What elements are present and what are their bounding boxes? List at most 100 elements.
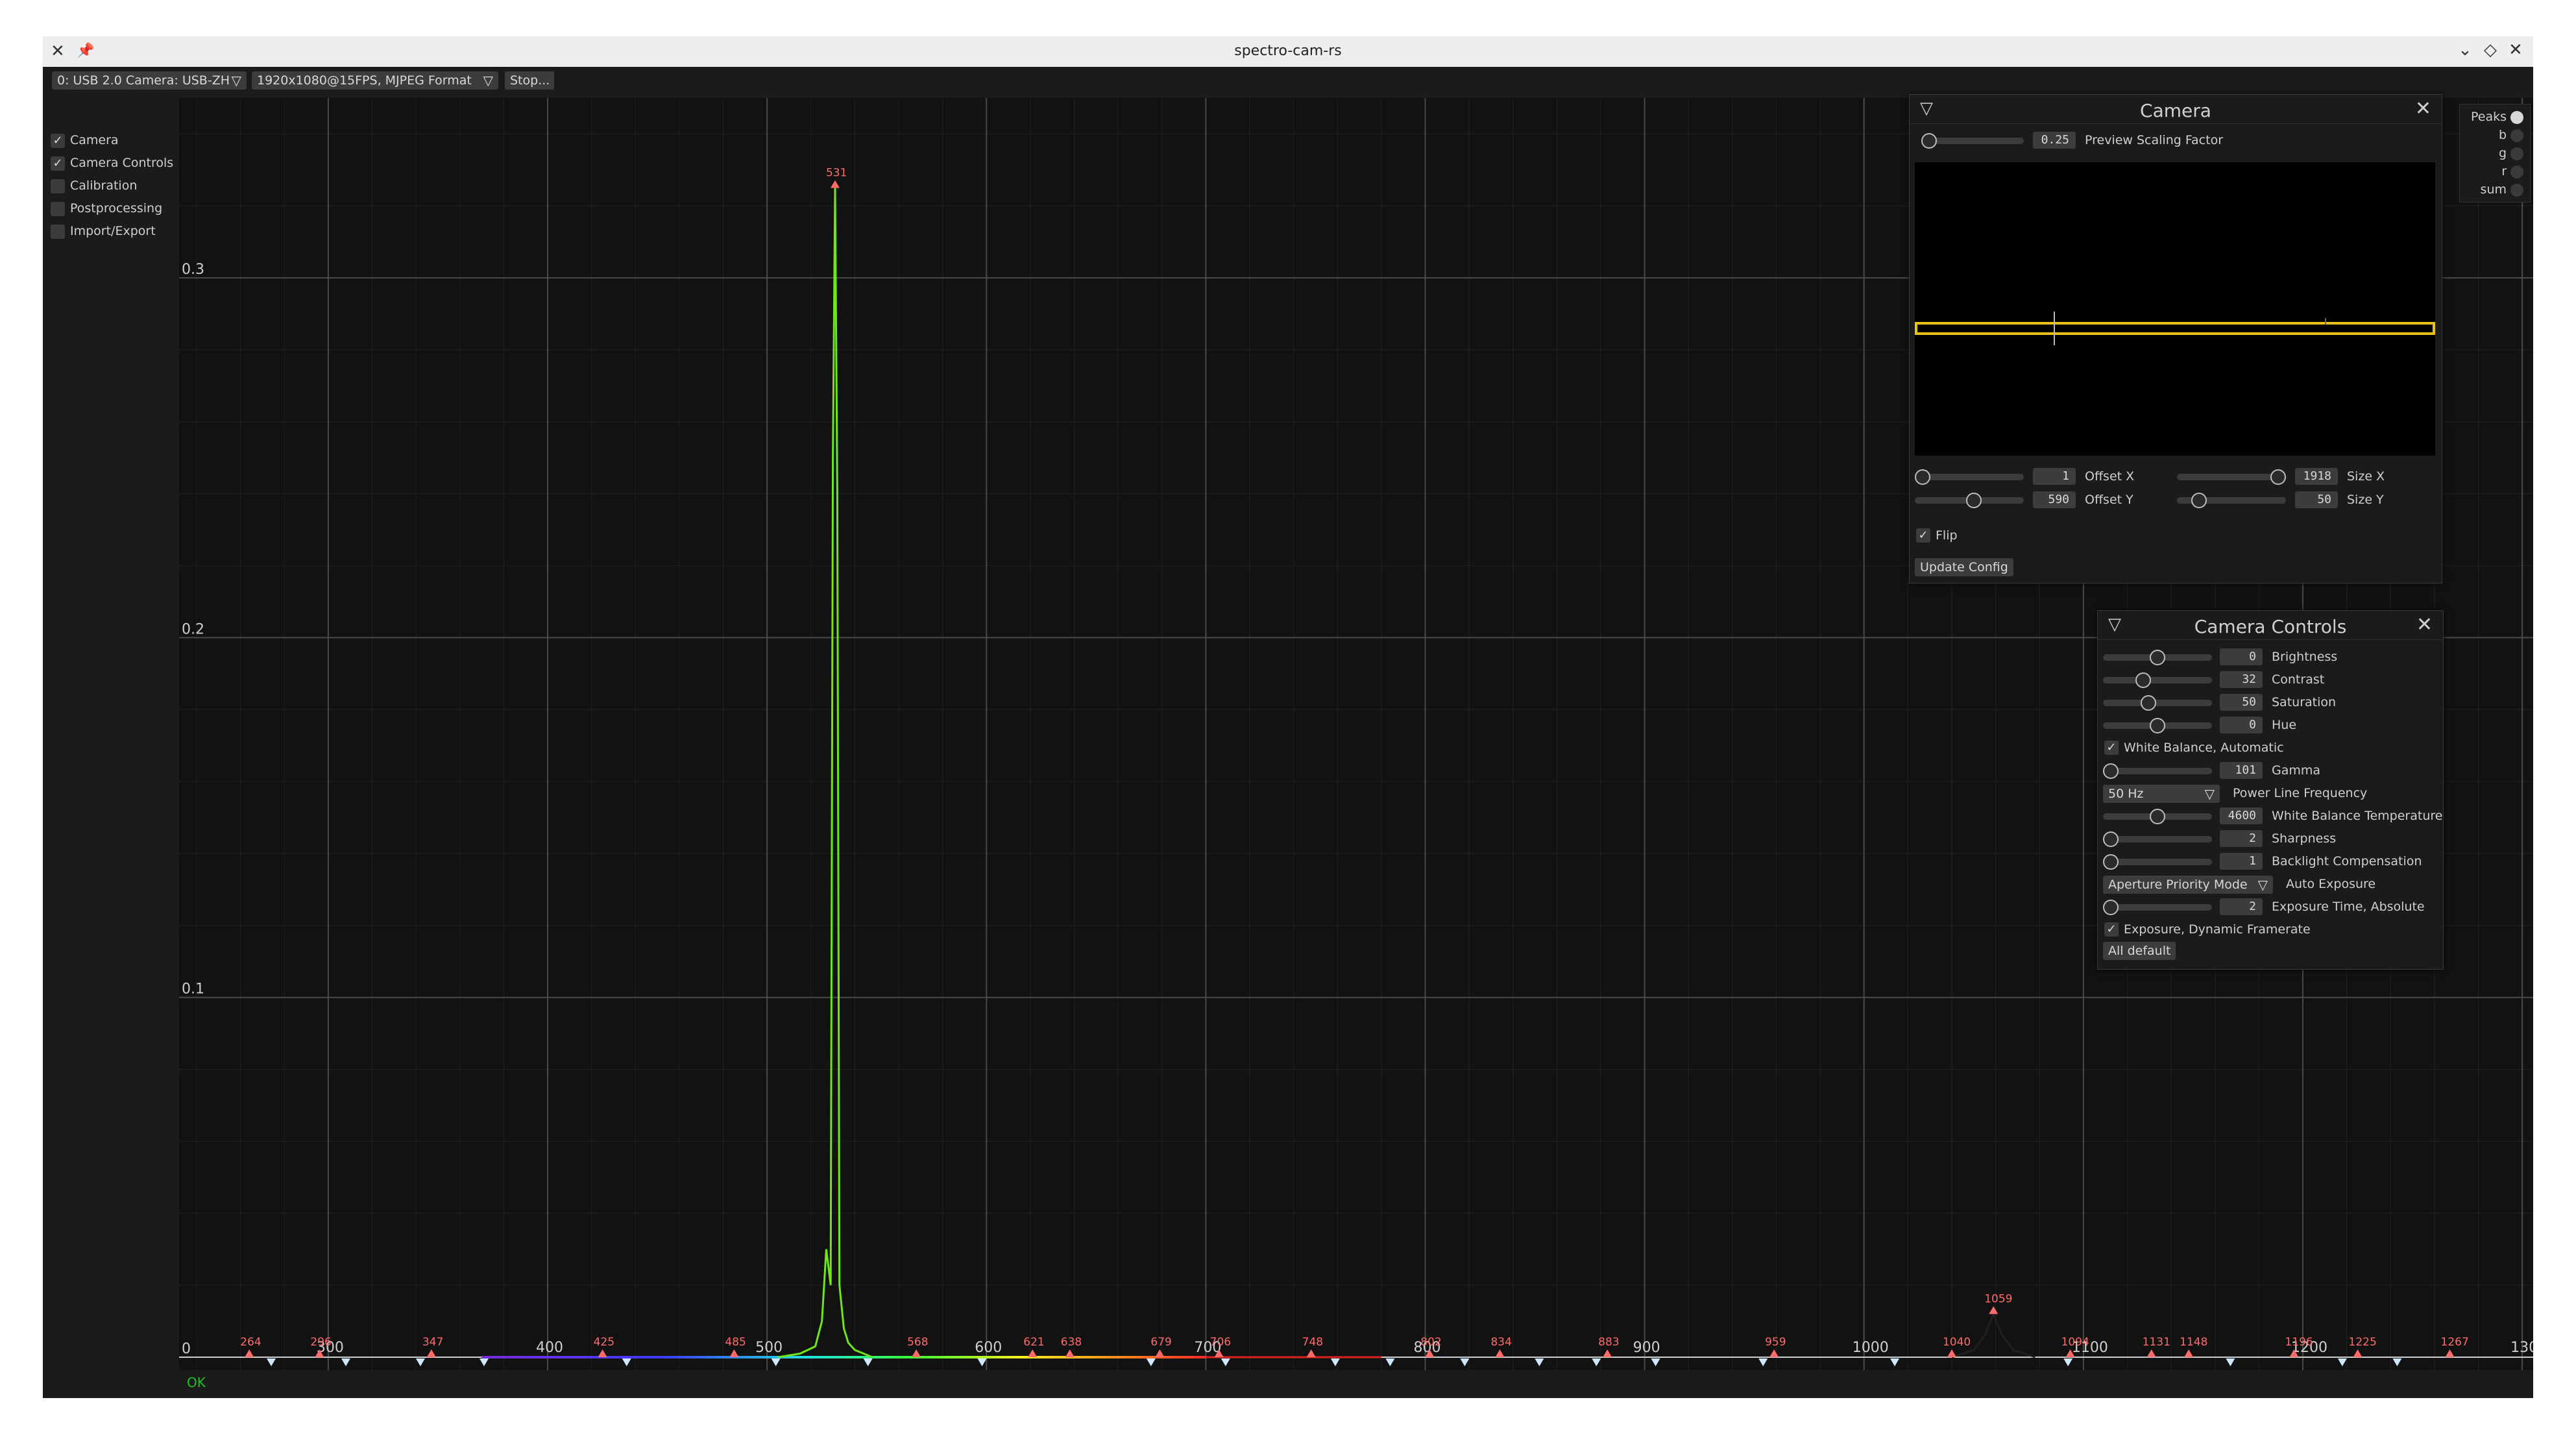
sidebar-checkbox[interactable]: [51, 225, 65, 239]
peak-label: 621: [1023, 1336, 1044, 1349]
peak-label: 1131: [2143, 1336, 2170, 1349]
close-icon[interactable]: ✕: [2416, 613, 2433, 636]
control-label: Saturation: [2272, 695, 2337, 709]
roi-rectangle[interactable]: [1915, 322, 2435, 335]
slider-knob[interactable]: [2150, 809, 2165, 824]
control-select[interactable]: Aperture Priority Mode ▽: [2103, 876, 2273, 894]
peak-label: 1267: [2441, 1336, 2469, 1349]
sidebar-checkbox[interactable]: [51, 202, 65, 216]
flip-checkbox[interactable]: ✓: [1916, 528, 1930, 543]
camera-select[interactable]: 0: USB 2.0 Camera: USB-ZH ▽: [52, 71, 247, 90]
peak-label: 347: [422, 1336, 443, 1349]
slider-knob[interactable]: [1921, 133, 1937, 149]
peak-label: 834: [1490, 1336, 1511, 1349]
slider-knob[interactable]: [2191, 493, 2207, 508]
control-label: Contrast: [2272, 672, 2325, 687]
size-x-slider[interactable]: [2177, 469, 2286, 485]
control-select-value: Aperture Priority Mode: [2108, 878, 2248, 892]
control-checkbox[interactable]: ✓: [2104, 922, 2119, 937]
control-select[interactable]: 50 Hz ▽: [2103, 785, 2220, 803]
update-config-button[interactable]: Update Config: [1915, 558, 2013, 576]
valley-marker: [863, 1358, 873, 1366]
preview-scaling-slider[interactable]: [1921, 133, 2024, 149]
control-slider[interactable]: [2103, 718, 2212, 733]
control-value[interactable]: 32: [2220, 671, 2263, 688]
offset-y-value[interactable]: 590: [2033, 491, 2076, 508]
format-select[interactable]: 1920x1080@15FPS, MJPEG Format ▽: [252, 71, 498, 90]
slider-knob[interactable]: [2103, 831, 2119, 847]
slider-knob[interactable]: [2135, 672, 2152, 688]
control-value[interactable]: 2: [2220, 898, 2263, 915]
peak-label: 883: [1598, 1336, 1619, 1349]
offset-y-slider[interactable]: [1915, 493, 2024, 508]
control-select-label: Auto Exposure: [2286, 877, 2376, 891]
sidebar-item-label[interactable]: Camera Controls: [70, 156, 173, 170]
control-value[interactable]: 0: [2220, 648, 2263, 665]
peaks-toggle-Peaks[interactable]: Peaks: [2471, 110, 2523, 124]
peaks-toggle-g[interactable]: g: [2499, 146, 2523, 160]
peak-label: 748: [1302, 1336, 1323, 1349]
offset-x-slider[interactable]: [1915, 469, 2024, 485]
size-x-value[interactable]: 1918: [2295, 468, 2338, 485]
control-value[interactable]: 0: [2220, 717, 2263, 733]
y-tick-label: 0.1: [182, 981, 204, 998]
camera-panel-titlebar[interactable]: ▽ Camera ✕: [1910, 95, 2442, 124]
size-y-slider[interactable]: [2177, 493, 2286, 508]
minimize-icon[interactable]: ⌄: [2458, 40, 2472, 60]
sidebar-item-label[interactable]: Postprocessing: [70, 201, 162, 215]
close-window-icon[interactable]: ✕: [2509, 40, 2523, 60]
peaks-toggle-r[interactable]: r: [2501, 164, 2523, 178]
stop-button[interactable]: Stop...: [505, 71, 554, 90]
control-slider[interactable]: [2103, 809, 2212, 824]
sidebar-checkbox[interactable]: ✓: [51, 156, 65, 171]
slider-knob[interactable]: [2150, 718, 2165, 733]
sidebar-checkbox[interactable]: [51, 179, 65, 193]
slider-knob[interactable]: [2150, 650, 2165, 665]
peaks-toggle-sum[interactable]: sum: [2481, 182, 2523, 197]
camera-preview[interactable]: [1915, 162, 2435, 456]
control-value[interactable]: 4600: [2220, 807, 2263, 824]
slider-knob[interactable]: [1966, 493, 1982, 508]
valley-marker: [771, 1358, 781, 1366]
size-y-value[interactable]: 50: [2295, 491, 2338, 508]
control-value[interactable]: 101: [2220, 762, 2263, 779]
preview-scaling-value[interactable]: 0.25: [2033, 132, 2076, 149]
maximize-icon[interactable]: ◇: [2484, 40, 2497, 60]
slider-knob[interactable]: [2103, 900, 2119, 915]
camera-controls-titlebar[interactable]: ▽ Camera Controls ✕: [2098, 611, 2443, 640]
slider-knob[interactable]: [2140, 695, 2156, 711]
toggle-indicator[interactable]: [2510, 129, 2523, 142]
peak-marker: [912, 1349, 921, 1357]
slider-knob[interactable]: [2103, 854, 2119, 870]
close-icon[interactable]: ✕: [2415, 97, 2431, 120]
control-slider[interactable]: [2103, 763, 2212, 779]
slider-knob[interactable]: [2103, 763, 2119, 779]
offset-x-value[interactable]: 1: [2033, 468, 2076, 485]
peaks-toggle-box: Peaks b g r sum: [2459, 104, 2531, 203]
toggle-indicator[interactable]: [2510, 183, 2523, 197]
peaks-toggle-b[interactable]: b: [2499, 128, 2523, 142]
sidebar-item-label[interactable]: Import/Export: [70, 224, 156, 238]
peak-label: 531: [826, 167, 847, 180]
sidebar-item-label[interactable]: Camera: [70, 133, 119, 147]
control-value[interactable]: 50: [2220, 694, 2263, 711]
control-checkbox[interactable]: ✓: [2104, 741, 2119, 755]
all-default-button[interactable]: All default: [2103, 942, 2176, 960]
sidebar-checkbox[interactable]: ✓: [51, 134, 65, 148]
control-slider[interactable]: [2103, 695, 2212, 711]
toggle-indicator[interactable]: [2510, 147, 2523, 160]
slider-knob[interactable]: [1915, 469, 1930, 485]
control-value[interactable]: 1: [2220, 853, 2263, 870]
control-slider[interactable]: [2103, 831, 2212, 847]
control-slider[interactable]: [2103, 854, 2212, 870]
control-value[interactable]: 2: [2220, 830, 2263, 847]
toggle-indicator[interactable]: [2510, 110, 2523, 124]
toggle-indicator[interactable]: [2510, 165, 2523, 178]
peak-marker: [1495, 1349, 1505, 1357]
control-slider[interactable]: [2103, 900, 2212, 915]
slider-knob[interactable]: [2270, 469, 2286, 485]
sidebar-item-label[interactable]: Calibration: [70, 178, 137, 193]
control-slider[interactable]: [2103, 672, 2212, 688]
control-slider[interactable]: [2103, 650, 2212, 665]
valley-marker: [622, 1358, 631, 1366]
